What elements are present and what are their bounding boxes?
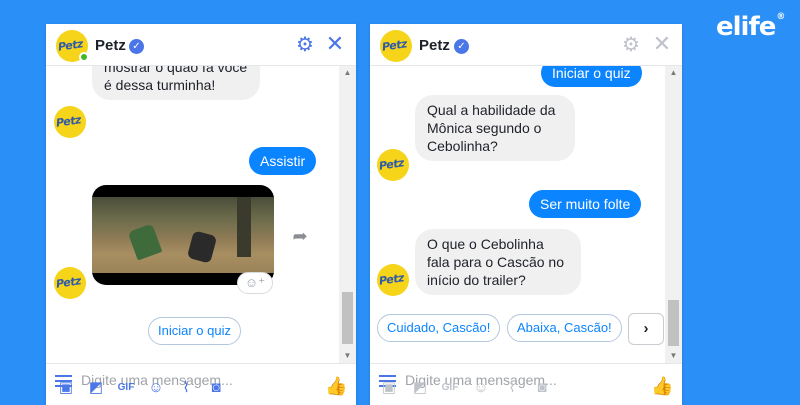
attachment-icon[interactable]: ⌇	[176, 378, 196, 398]
scroll-down-icon[interactable]: ▼	[339, 350, 356, 362]
message-bubble-bot: O que o Cebolinha fala para o Cascão no …	[415, 229, 581, 295]
gif-icon[interactable]: GIF	[116, 378, 136, 398]
sticker-icon[interactable]: ◩	[410, 378, 430, 398]
message-bubble-user: Assistir	[249, 147, 317, 175]
emoji-icon[interactable]: ☺	[471, 378, 491, 398]
chevron-right-icon[interactable]: ›	[628, 313, 664, 345]
like-icon[interactable]: 👍	[325, 375, 347, 397]
quick-reply-option[interactable]: Abaixa, Cascão!	[507, 314, 622, 342]
message-list: Iniciar o quiz Qual a habilidade da Môni…	[370, 66, 682, 363]
verified-icon: ✓	[454, 39, 469, 54]
gif-icon[interactable]: GIF	[440, 378, 460, 398]
close-icon[interactable]: ✕	[651, 33, 673, 55]
message-list: mostrar o quão fã você é dessa turminha!…	[46, 66, 356, 363]
message-bubble-user: Iniciar o quiz	[541, 66, 642, 87]
online-status-icon	[79, 52, 89, 62]
image-icon[interactable]: ▣	[379, 378, 399, 398]
chat-window-2: Petz Petz ✓ ⚙ ✕ Iniciar o quiz Qual a ha…	[370, 24, 682, 405]
scroll-down-icon[interactable]: ▼	[665, 350, 682, 362]
quick-reply-start-quiz[interactable]: Iniciar o quiz	[148, 317, 241, 345]
video-scene-figure	[186, 230, 218, 264]
bot-avatar: Petz	[377, 264, 409, 296]
chat-header: Petz Petz ✓ ⚙ ✕	[46, 24, 356, 66]
scrollbar[interactable]: ▲ ▼	[665, 66, 682, 363]
share-icon[interactable]: ➦	[289, 225, 311, 247]
video-attachment[interactable]	[92, 185, 274, 285]
gear-icon[interactable]: ⚙	[620, 34, 642, 56]
image-icon[interactable]: ▣	[56, 378, 76, 398]
scroll-up-icon[interactable]: ▲	[665, 67, 682, 79]
message-bubble-bot: mostrar o quão fã você é dessa turminha!	[92, 66, 260, 100]
bot-avatar: Petz	[54, 267, 86, 299]
attachment-icon[interactable]: ⌇	[502, 378, 522, 398]
scrollbar[interactable]: ▲ ▼	[339, 66, 356, 363]
add-reaction-icon[interactable]: ☺⁺	[237, 272, 273, 294]
chat-title[interactable]: Petz	[95, 37, 126, 54]
scrollbar-thumb[interactable]	[342, 292, 353, 344]
bot-avatar[interactable]: Petz	[380, 30, 412, 62]
close-icon[interactable]: ✕	[324, 33, 346, 55]
video-scene-figure	[127, 223, 163, 261]
video-thumbnail	[92, 197, 274, 273]
bot-avatar: Petz	[377, 149, 409, 181]
camera-icon[interactable]: ◙	[206, 378, 226, 398]
chat-window-1: Petz Petz ✓ ⚙ ✕ mostrar o quão fã você é…	[46, 24, 356, 405]
composer-toolbar: ▣ ◩ GIF ☺ ⌇ ◙	[46, 379, 356, 405]
message-bubble-user: Ser muito folte	[529, 190, 642, 218]
emoji-icon[interactable]: ☺	[146, 378, 166, 398]
chat-title[interactable]: Petz	[419, 37, 450, 54]
message-bubble-bot: Qual a habilidade da Mônica segundo o Ce…	[415, 95, 575, 161]
chat-header: Petz Petz ✓ ⚙ ✕	[370, 24, 682, 66]
camera-icon[interactable]: ◙	[532, 378, 552, 398]
brand-logo: elife®	[716, 12, 785, 42]
gear-icon[interactable]: ⚙	[294, 34, 316, 56]
bot-avatar: Petz	[54, 106, 86, 138]
composer-toolbar: ▣ ◩ GIF ☺ ⌇ ◙	[370, 379, 682, 405]
quick-reply-option[interactable]: Cuidado, Cascão!	[377, 314, 501, 342]
video-scene-tree	[237, 197, 251, 257]
scroll-up-icon[interactable]: ▲	[339, 67, 356, 79]
verified-icon: ✓	[129, 39, 144, 54]
sticker-icon[interactable]: ◩	[86, 378, 106, 398]
scrollbar-thumb[interactable]	[668, 300, 679, 346]
like-icon[interactable]: 👍	[651, 375, 673, 397]
bot-avatar[interactable]: Petz	[56, 30, 89, 62]
